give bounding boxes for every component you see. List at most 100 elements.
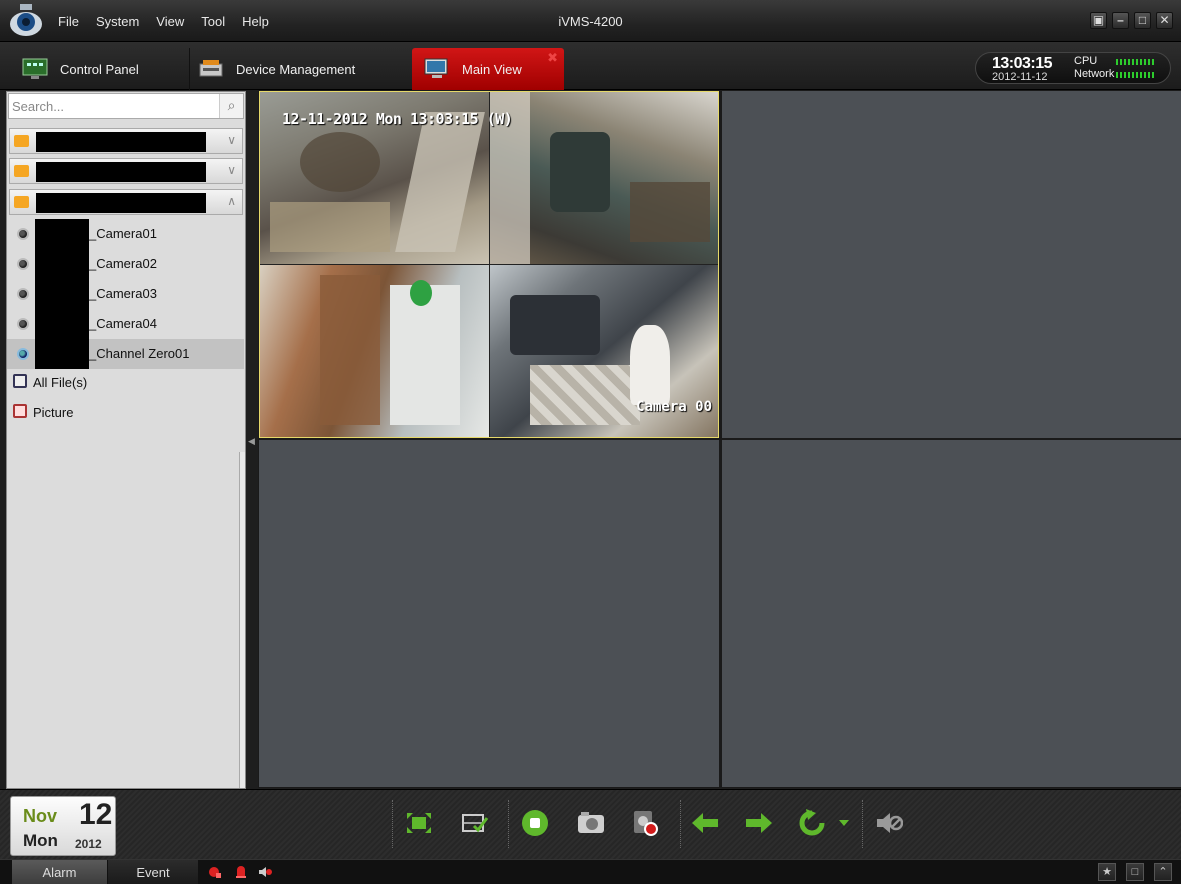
alarm-siren-icon[interactable] (208, 865, 222, 879)
device-tree-panel: ⌕ ∨ ∨ ∧ _Camera01 _Camera02 (6, 91, 246, 789)
tab-event[interactable]: Event (108, 860, 198, 884)
toolbar-separator (508, 800, 509, 848)
tab-alarm[interactable]: Alarm (12, 860, 107, 884)
folder-icon (14, 165, 29, 177)
camera-feed-storage (260, 265, 489, 437)
clock-and-meters: 13:03:15 2012-11-12 CPU Network (975, 52, 1171, 84)
toolbar-separator (680, 800, 681, 848)
app-logo-icon (10, 4, 42, 36)
network-meter (1116, 72, 1156, 78)
camera-icon (17, 228, 29, 240)
floppy-icon (13, 374, 27, 388)
camera-icon (17, 258, 29, 270)
window-controls: ▣ – □ ✕ (1090, 12, 1173, 29)
redacted-device-name (35, 279, 89, 309)
search-input[interactable] (12, 97, 212, 115)
redacted-device-name (35, 249, 89, 279)
video-pane-4[interactable] (722, 440, 1181, 787)
tab-control-panel[interactable]: Control Panel (22, 48, 190, 90)
chevron-up-icon[interactable]: ∧ (227, 194, 236, 208)
tab-device-management[interactable]: Device Management (198, 48, 403, 90)
video-timestamp-overlay: 12-11-2012 Mon 13:03:15 (W) (282, 110, 513, 128)
tab-label: Main View (462, 61, 522, 77)
maximize-button[interactable]: □ (1134, 12, 1151, 29)
window-division-button[interactable] (460, 808, 490, 838)
auto-switch-button[interactable] (798, 808, 828, 838)
device-group-2[interactable]: ∨ (9, 158, 243, 184)
camera-label: _Channel Zero01 (89, 346, 190, 361)
calendar-date: Nov 12 Mon 2012 (10, 796, 116, 856)
menu-help[interactable]: Help (242, 14, 269, 29)
picture-icon (13, 404, 27, 418)
camera-icon (17, 288, 29, 300)
menu-bar: File System View Tool Help (58, 14, 286, 29)
tab-main-view[interactable]: Main View ✖ (412, 48, 564, 90)
tree-item-camera02[interactable]: _Camera02 (7, 249, 244, 279)
mute-button[interactable] (874, 808, 904, 838)
tree-item-channel-zero01[interactable]: _Channel Zero01 (7, 339, 244, 369)
video-pane-1[interactable]: 12-11-2012 Mon 13:03:15 (W) Camera 00 (259, 91, 719, 438)
pin-icon[interactable]: ★ (1098, 863, 1116, 881)
alarm-bell-icon[interactable] (234, 865, 248, 879)
ivms-window: File System View Tool Help iVMS-4200 ▣ –… (0, 0, 1181, 884)
chevron-down-icon[interactable]: ∨ (227, 163, 236, 177)
tree-item-picture[interactable]: Picture (7, 399, 244, 427)
capture-button[interactable] (576, 808, 606, 838)
dropdown-arrow-icon (839, 820, 849, 826)
camera-feed-counter (490, 92, 718, 264)
channel-zero-icon (17, 348, 29, 360)
search-icon[interactable]: ⌕ (219, 94, 243, 118)
video-pane-3[interactable] (259, 440, 719, 787)
sidebar-scrollbar[interactable] (239, 452, 245, 788)
lock-icon[interactable]: ▣ (1090, 12, 1107, 29)
camera-label: _Camera03 (89, 286, 157, 301)
date-month: Nov (23, 806, 58, 826)
redacted-device-name (35, 309, 89, 339)
collapse-panel-icon[interactable]: ◀ (248, 436, 256, 446)
search-box: ⌕ (8, 93, 244, 119)
tree-item-camera01[interactable]: _Camera01 (7, 219, 244, 249)
record-all-button[interactable] (630, 808, 660, 838)
camera-label: _Camera02 (89, 256, 157, 271)
redacted-group-name (36, 132, 206, 152)
network-label: Network (1074, 68, 1115, 80)
record-icon (634, 811, 658, 836)
previous-page-button[interactable] (690, 808, 720, 838)
stop-all-button[interactable] (520, 808, 550, 838)
menu-view[interactable]: View (156, 14, 184, 29)
refresh-icon (799, 809, 825, 836)
control-panel-icon (22, 58, 48, 79)
close-tab-icon[interactable]: ✖ (547, 50, 558, 66)
close-button[interactable]: ✕ (1156, 12, 1173, 29)
restore-panel-icon[interactable]: □ (1126, 863, 1144, 881)
menu-file[interactable]: File (58, 14, 79, 29)
file-label: Picture (33, 405, 74, 420)
auto-switch-dropdown[interactable] (836, 808, 852, 838)
device-management-icon (199, 60, 223, 77)
title-bar: File System View Tool Help iVMS-4200 ▣ –… (0, 0, 1181, 42)
tree-item-all-files[interactable]: All File(s) (7, 369, 244, 397)
status-bar: Alarm Event ★ □ ⌃ (0, 859, 1181, 884)
menu-system[interactable]: System (96, 14, 139, 29)
device-group-3[interactable]: ∧ (9, 189, 243, 215)
fullscreen-button[interactable] (404, 808, 434, 838)
camera-label: _Camera01 (89, 226, 157, 241)
expand-up-icon[interactable]: ⌃ (1154, 863, 1172, 881)
arrow-left-icon (692, 813, 718, 833)
video-pane-2[interactable] (722, 91, 1181, 438)
chevron-down-icon[interactable]: ∨ (227, 133, 236, 147)
camera-icon (578, 812, 604, 833)
toolbar-separator (862, 800, 863, 848)
minimize-button[interactable]: – (1112, 12, 1129, 29)
folder-icon (14, 196, 29, 208)
alarm-sound-icon[interactable] (258, 865, 272, 879)
next-page-button[interactable] (744, 808, 774, 838)
date-year: 2012 (75, 837, 102, 851)
camera-icon (17, 318, 29, 330)
device-group-1[interactable]: ∨ (9, 128, 243, 154)
tree-item-camera03[interactable]: _Camera03 (7, 279, 244, 309)
video-grid: 12-11-2012 Mon 13:03:15 (W) Camera 00 (258, 90, 1181, 788)
menu-tool[interactable]: Tool (201, 14, 225, 29)
tree-item-camera04[interactable]: _Camera04 (7, 309, 244, 339)
redacted-device-name (35, 219, 89, 249)
